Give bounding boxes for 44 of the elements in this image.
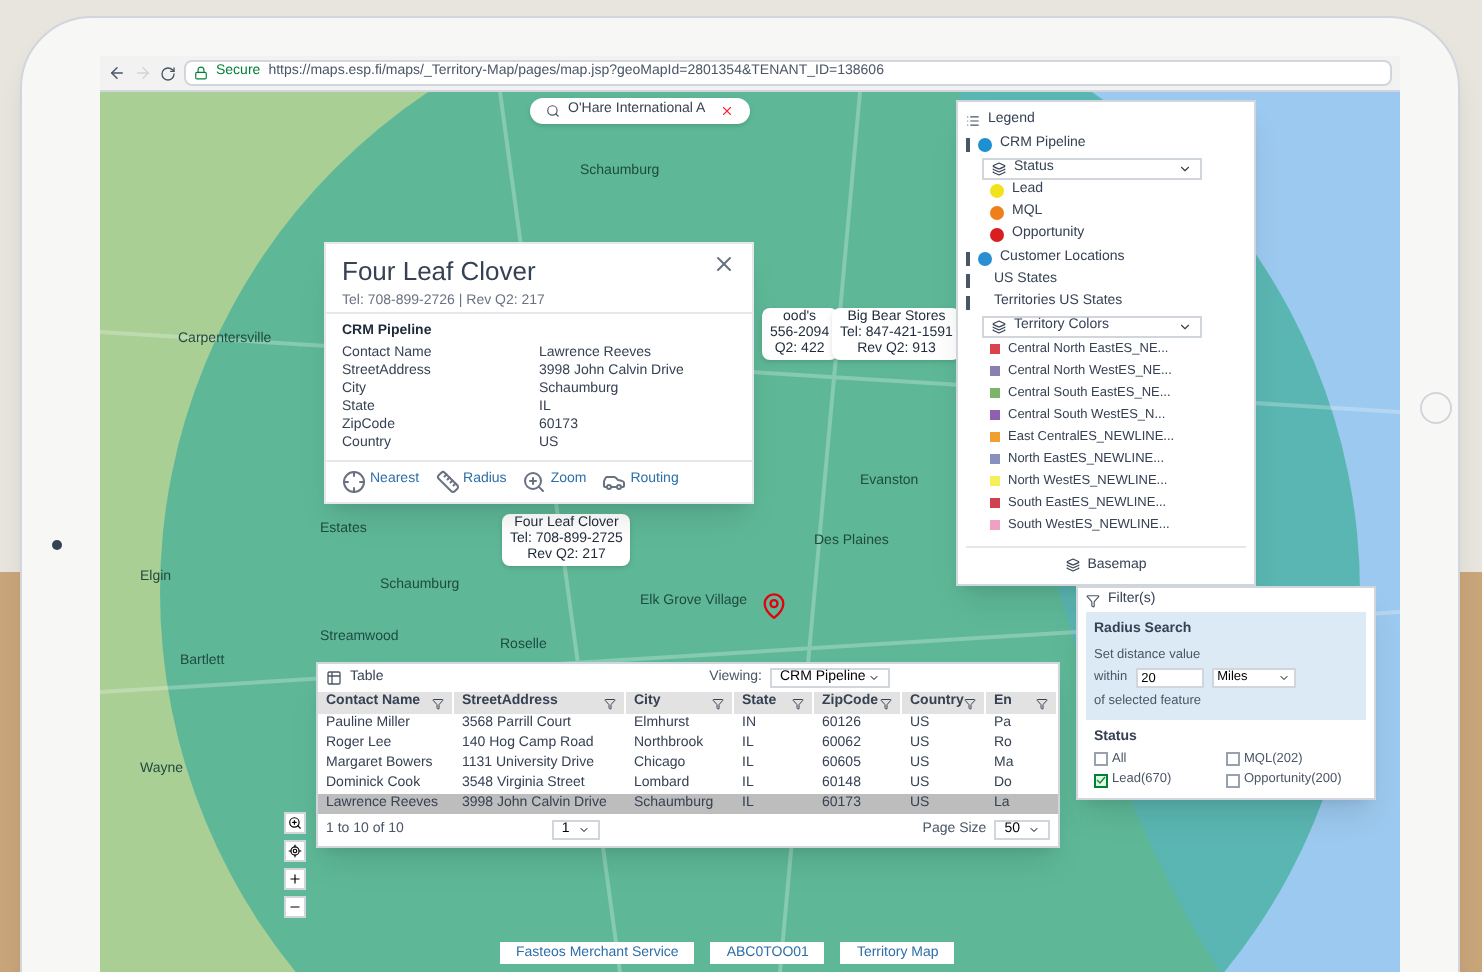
filter-icon [1086, 593, 1100, 607]
caret-icon [1178, 319, 1192, 333]
filter-icon [792, 697, 804, 709]
filter-icon [712, 697, 724, 709]
clear-icon[interactable] [720, 104, 734, 118]
caret-icon [577, 824, 590, 836]
filter-icon [432, 697, 444, 709]
lock-icon [194, 66, 208, 80]
filter-icon [604, 697, 616, 709]
plus-icon [288, 872, 302, 886]
filter-icon [880, 697, 892, 709]
close-icon[interactable] [712, 252, 736, 276]
caret-icon [1178, 161, 1192, 175]
table-icon [326, 670, 342, 686]
zoom-out-button[interactable] [284, 896, 306, 918]
checkbox[interactable] [1094, 751, 1108, 766]
zoom-in-button[interactable] [284, 868, 306, 890]
back-icon[interactable] [108, 64, 126, 82]
crosshair-icon [342, 469, 366, 493]
zoom-in-icon [522, 469, 547, 493]
layers-icon [992, 319, 1006, 333]
home-button-icon [1420, 392, 1452, 424]
ruler-icon [435, 469, 460, 493]
caret-icon [868, 672, 880, 684]
checkbox[interactable] [1226, 773, 1240, 788]
list-icon [966, 113, 980, 128]
locate-icon [288, 844, 302, 858]
camera-icon [52, 540, 62, 550]
layers-icon [1065, 558, 1080, 573]
zoom-search-button[interactable] [284, 812, 306, 834]
checkbox[interactable] [1094, 773, 1108, 788]
reload-icon[interactable] [160, 65, 176, 81]
check-icon [1096, 774, 1106, 787]
popup-title: Four Leaf Clover [342, 254, 538, 290]
checkbox[interactable] [1226, 751, 1240, 766]
search-icon [546, 104, 560, 118]
minus-icon [288, 900, 302, 914]
filter-icon [1036, 697, 1048, 709]
filter-icon [964, 697, 976, 709]
caret-icon [1028, 824, 1040, 836]
caret-icon [1277, 672, 1290, 685]
layers-icon [992, 161, 1006, 175]
zoom-in-icon [288, 816, 302, 830]
locate-button[interactable] [284, 840, 306, 862]
